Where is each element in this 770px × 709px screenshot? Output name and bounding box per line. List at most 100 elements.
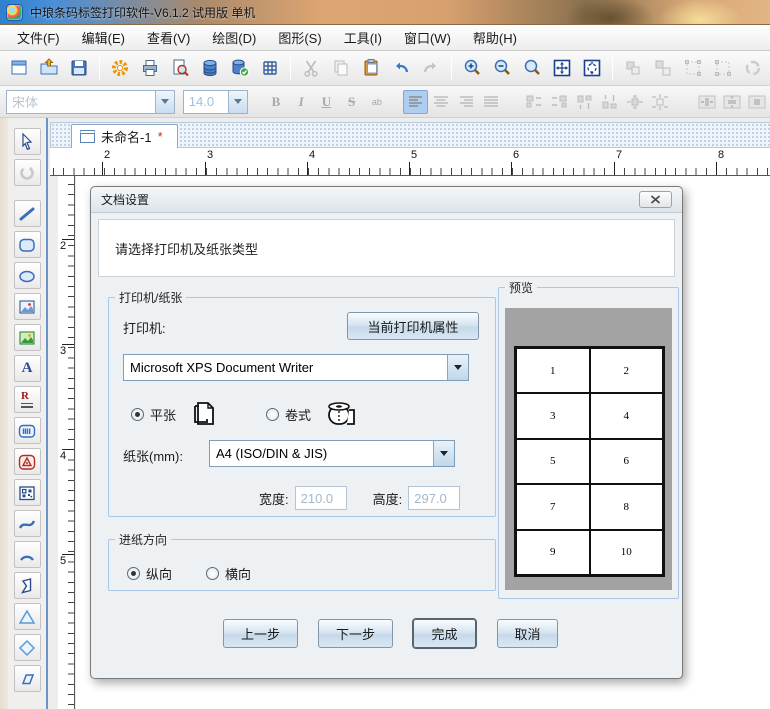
database-icon[interactable] — [195, 54, 225, 82]
menu-tools[interactable]: 工具(I) — [335, 25, 391, 50]
app-logo-icon — [6, 4, 23, 21]
menu-shape[interactable]: 图形(S) — [269, 25, 330, 50]
group-icon[interactable] — [618, 54, 648, 82]
grid-icon[interactable] — [255, 54, 285, 82]
arc-tool[interactable] — [14, 541, 41, 568]
font-size-value[interactable]: 14.0 — [183, 90, 229, 114]
redo-icon[interactable] — [416, 54, 446, 82]
portrait-radio-label[interactable]: 纵向 — [146, 564, 172, 583]
distribute-vertical-button[interactable] — [648, 90, 673, 114]
image-tool[interactable] — [14, 293, 41, 320]
underline-button[interactable]: U — [314, 90, 339, 114]
paper-size-combo[interactable]: A4 (ISO/DIN & JIS) — [209, 440, 455, 467]
center-vertical-button[interactable] — [720, 90, 745, 114]
align-right-button[interactable] — [454, 90, 479, 114]
richtext-tool[interactable]: R — [14, 386, 41, 413]
diamond-tool[interactable] — [14, 634, 41, 661]
text-tool[interactable]: A — [14, 355, 41, 382]
fit-selection-icon[interactable] — [577, 54, 607, 82]
menu-draw[interactable]: 绘图(D) — [203, 25, 265, 50]
menu-view[interactable]: 查看(V) — [138, 25, 199, 50]
sheet-radio[interactable] — [131, 408, 144, 421]
select-tool[interactable] — [14, 128, 41, 155]
zoom-icon[interactable] — [517, 54, 547, 82]
printer-combo[interactable]: Microsoft XPS Document Writer — [123, 354, 469, 381]
align-right-edges-button[interactable] — [547, 90, 572, 114]
qrcode-tool[interactable] — [14, 479, 41, 506]
paper-size-dropdown-icon[interactable] — [433, 441, 454, 466]
roll-radio-label[interactable]: 卷式 — [285, 405, 311, 424]
font-family-value[interactable]: 宋体 — [6, 90, 156, 114]
preview-cell: 7 — [516, 484, 590, 529]
fit-page-icon[interactable] — [547, 54, 577, 82]
height-input[interactable] — [408, 486, 460, 510]
font-size-combo[interactable]: 14.0 — [183, 90, 248, 114]
char-spacing-button[interactable]: ab — [364, 90, 389, 114]
align-center-button[interactable] — [428, 90, 453, 114]
distribute-horizontal-button[interactable] — [622, 90, 647, 114]
zoom-in-icon[interactable] — [457, 54, 487, 82]
ellipse-tool[interactable] — [14, 262, 41, 289]
bold-button[interactable]: B — [263, 90, 288, 114]
document-tab[interactable]: 未命名-1 * — [71, 124, 178, 148]
select-all-icon[interactable] — [708, 54, 738, 82]
modified-indicator: * — [158, 129, 163, 144]
select-area-icon[interactable] — [678, 54, 708, 82]
strikethrough-button[interactable]: S — [339, 90, 364, 114]
previous-step-button[interactable]: 上一步 — [223, 619, 298, 648]
triangle-tool[interactable] — [14, 603, 41, 630]
align-left-edges-button[interactable] — [522, 90, 547, 114]
curve-tool[interactable] — [14, 510, 41, 537]
zoom-out-icon[interactable] — [487, 54, 517, 82]
align-left-button[interactable] — [403, 90, 428, 114]
center-both-button[interactable] — [745, 90, 770, 114]
sheet-radio-label[interactable]: 平张 — [150, 405, 176, 424]
line-tool[interactable] — [14, 200, 41, 227]
printer-combo-dropdown-icon[interactable] — [447, 355, 468, 380]
undo-icon[interactable] — [386, 54, 416, 82]
parallelogram-tool[interactable] — [14, 665, 41, 692]
rounded-rect-tool[interactable] — [14, 231, 41, 258]
print-icon[interactable] — [135, 54, 165, 82]
next-step-button[interactable]: 下一步 — [318, 619, 393, 648]
save-icon[interactable] — [64, 54, 94, 82]
roll-radio[interactable] — [266, 408, 279, 421]
menu-window[interactable]: 窗口(W) — [395, 25, 460, 50]
database-connect-icon[interactable] — [225, 54, 255, 82]
open-file-icon[interactable] — [34, 54, 64, 82]
width-input[interactable] — [295, 486, 347, 510]
menu-file[interactable]: 文件(F) — [8, 25, 69, 50]
portrait-radio[interactable] — [127, 567, 140, 580]
rotate-tool[interactable] — [14, 159, 41, 186]
document-settings-gear-icon[interactable] — [105, 54, 135, 82]
landscape-radio[interactable] — [206, 567, 219, 580]
align-justify-button[interactable] — [479, 90, 504, 114]
cancel-button[interactable]: 取消 — [497, 619, 558, 648]
center-horizontal-button[interactable] — [694, 90, 719, 114]
barcode-tool[interactable] — [14, 417, 41, 444]
logo-tool[interactable] — [14, 448, 41, 475]
align-top-edges-button[interactable] — [572, 90, 597, 114]
landscape-radio-label[interactable]: 横向 — [225, 564, 251, 583]
dialog-close-button[interactable] — [639, 191, 672, 208]
font-family-dropdown-icon[interactable] — [156, 90, 175, 114]
ungroup-icon[interactable] — [648, 54, 678, 82]
italic-button[interactable]: I — [289, 90, 314, 114]
menu-help[interactable]: 帮助(H) — [464, 25, 526, 50]
rotate-object-icon[interactable] — [738, 54, 768, 82]
finish-button[interactable]: 完成 — [413, 619, 476, 648]
cut-icon[interactable] — [296, 54, 326, 82]
copy-icon[interactable] — [326, 54, 356, 82]
polygon-tool[interactable] — [14, 572, 41, 599]
dialog-titlebar[interactable]: 文档设置 — [91, 187, 682, 213]
printer-properties-button[interactable]: 当前打印机属性 — [347, 312, 479, 340]
menu-edit[interactable]: 编辑(E) — [73, 25, 134, 50]
picture-tool[interactable] — [14, 324, 41, 351]
align-bottom-edges-button[interactable] — [597, 90, 622, 114]
new-document-icon[interactable] — [4, 54, 34, 82]
font-family-combo[interactable]: 宋体 — [6, 90, 175, 114]
paste-icon[interactable] — [356, 54, 386, 82]
print-preview-icon[interactable] — [165, 54, 195, 82]
font-size-dropdown-icon[interactable] — [229, 90, 248, 114]
preview-group-label: 预览 — [505, 279, 537, 296]
